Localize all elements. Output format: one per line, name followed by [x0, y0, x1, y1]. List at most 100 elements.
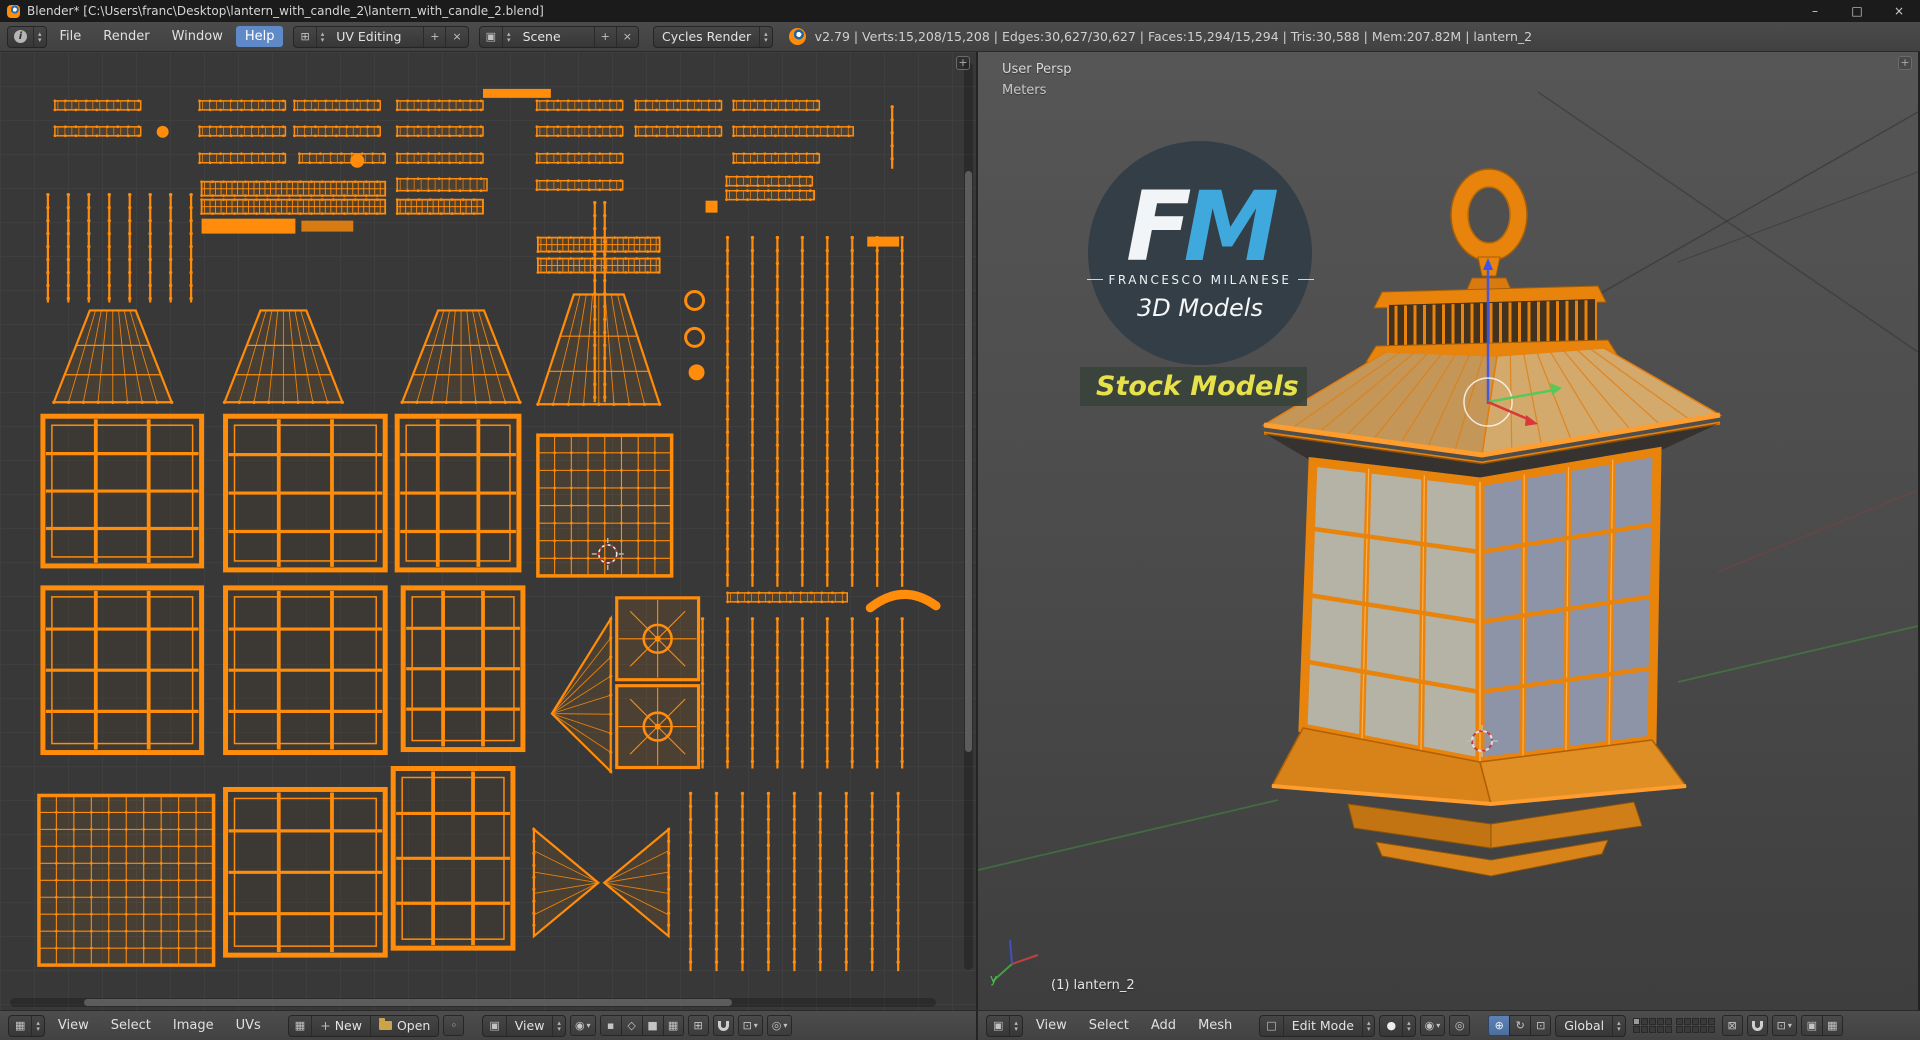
gizmo-y-axis-label: y: [990, 972, 998, 986]
maximize-button[interactable]: □: [1836, 0, 1878, 22]
menu-render[interactable]: Render: [94, 26, 158, 47]
render-engine-dropdown[interactable]: Cycles Render ▴ ▾: [653, 25, 773, 48]
screen-layout-name[interactable]: UV Editing: [328, 26, 425, 47]
manipulator-scale-icon[interactable]: ⊡: [1530, 1015, 1552, 1036]
scene-lock-icon[interactable]: ⊠: [1721, 1015, 1743, 1036]
uv-snap-target-dropdown[interactable]: ⊡ ▾: [737, 1015, 763, 1036]
view-channel-icon: ▣: [483, 1015, 507, 1036]
main-area: + User Persp Meters (1) lantern_2 y F M …: [0, 52, 1920, 1010]
menu-file[interactable]: File: [51, 26, 91, 47]
opengl-render-image-icon[interactable]: ▣: [1800, 1015, 1822, 1036]
v3d-menu-mesh[interactable]: Mesh: [1189, 1015, 1241, 1036]
logo-author-name: FRANCESCO MILANESE: [1087, 273, 1314, 287]
info-editor-header: i ▴ ▾ File Render Window Help ⊞ ▴ ▾ UV Edi…: [0, 22, 1920, 52]
menu-help[interactable]: Help: [235, 26, 284, 47]
screen-layout-stepper-icon[interactable]: ▴ ▾: [317, 27, 329, 47]
open-image-button[interactable]: Open: [371, 1016, 438, 1036]
pivot-align-icon[interactable]: ◎: [1449, 1015, 1471, 1036]
magnet-icon: [1751, 1020, 1763, 1031]
window-title: Blender* [C:\Users\franc\Desktop\lantern…: [27, 4, 544, 18]
uv-snap-toggle-button[interactable]: [712, 1015, 734, 1036]
screen-add-button[interactable]: +: [424, 26, 447, 47]
screen-browse-icon[interactable]: ⊞: [294, 26, 317, 47]
scene-name[interactable]: Scene: [515, 26, 595, 47]
uv-pivot-dropdown[interactable]: ◉ ▾: [569, 1015, 596, 1036]
uv-proportional-edit-dropdown[interactable]: ◎ ▾: [766, 1015, 793, 1036]
uv-select-face-icon[interactable]: ■: [641, 1015, 663, 1036]
logo-fm-monogram: F M: [1125, 170, 1279, 283]
viewport-shading-dropdown[interactable]: ● ▴ ▾: [1379, 1014, 1416, 1037]
view-channel-label: View: [507, 1015, 554, 1036]
image-datablock-widget: ▦ + New Open: [287, 1014, 440, 1037]
watermark-logo: F M FRANCESCO MILANESE 3D Models: [1088, 141, 1312, 365]
orientation-stepper-icon[interactable]: ▴ ▾: [1613, 1016, 1625, 1036]
uv-horizontal-scrollbar[interactable]: [10, 998, 936, 1007]
view3d-editor-stepper-icon[interactable]: ▴ ▾: [1010, 1016, 1022, 1036]
titlebar: Blender* [C:\Users\franc\Desktop\lantern…: [0, 0, 1920, 22]
uv-select-edge-icon[interactable]: ◇: [620, 1015, 642, 1036]
view3d-header: ▣ ▴ ▾ View Select Add Mesh □ Edit Mode ▴ ▾…: [978, 1011, 1920, 1040]
manipulator-translate-icon[interactable]: ⊕: [1488, 1015, 1510, 1036]
viewport-area-corner-widget[interactable]: +: [1898, 56, 1912, 70]
edit-mode-icon: □: [1260, 1015, 1284, 1036]
v3d-menu-add[interactable]: Add: [1142, 1015, 1185, 1036]
mode-stepper-icon[interactable]: ▴ ▾: [1363, 1016, 1375, 1036]
v3d-menu-view[interactable]: View: [1027, 1015, 1076, 1036]
scene-add-button[interactable]: +: [595, 26, 617, 47]
uv-vertical-scrollbar[interactable]: [964, 62, 973, 970]
logo-subtitle: 3D Models: [1137, 293, 1263, 322]
editor-type-stepper-icon[interactable]: ▴ ▾: [34, 27, 46, 47]
view-channel-stepper-icon[interactable]: ▴ ▾: [553, 1016, 565, 1036]
uv-image-editor[interactable]: +: [0, 52, 978, 1010]
viewport-3d[interactable]: User Persp Meters (1) lantern_2 y F M FR…: [978, 52, 1918, 1010]
image-browse-icon[interactable]: ▦: [289, 1015, 313, 1036]
screen-delete-button[interactable]: ×: [446, 27, 467, 47]
pivot-center-dropdown[interactable]: ◉ ▾: [1419, 1015, 1446, 1036]
layers-widget[interactable]: [1632, 1018, 1715, 1033]
opengl-render-anim-icon[interactable]: ▦: [1821, 1015, 1843, 1036]
uv-select-vertex-icon[interactable]: ▪: [599, 1015, 621, 1036]
menu-window[interactable]: Window: [163, 26, 232, 47]
scene-selector: ▣ ▴ ▾ Scene + ×: [478, 25, 639, 48]
opengl-render-group: ▣ ▦: [1800, 1015, 1843, 1036]
render-engine-stepper-icon[interactable]: ▴ ▾: [760, 27, 772, 47]
snap-element-dropdown[interactable]: ⊡ ▾: [1771, 1015, 1797, 1036]
scene-stepper-icon[interactable]: ▴ ▾: [503, 27, 515, 47]
editor-type-selector[interactable]: i ▴ ▾: [7, 25, 47, 48]
uv-canvas[interactable]: [0, 52, 976, 1010]
shading-stepper-icon[interactable]: ▴ ▾: [1403, 1016, 1415, 1036]
scene-browse-icon[interactable]: ▣: [480, 26, 504, 47]
render-engine-name: Cycles Render: [654, 26, 761, 47]
transform-orientation-dropdown[interactable]: Global ▴ ▾: [1555, 1014, 1626, 1037]
mode-label: Edit Mode: [1284, 1015, 1363, 1036]
uv-editor-stepper-icon[interactable]: ▴ ▾: [32, 1016, 44, 1036]
image-pin-icon[interactable]: ◦: [443, 1015, 465, 1036]
uv-sticky-select-icon[interactable]: ⊞: [687, 1015, 709, 1036]
uv-menu-view[interactable]: View: [49, 1015, 98, 1036]
new-image-button[interactable]: + New: [312, 1015, 371, 1036]
info-editor-icon: i: [14, 30, 27, 43]
uv-editor-type-button[interactable]: ▦ ▴ ▾: [8, 1014, 45, 1037]
uv-area-corner-widget[interactable]: +: [956, 56, 970, 70]
magnet-icon: [717, 1020, 729, 1031]
uv-editor-header: ▦ ▴ ▾ View Select Image UVs ▦ + New Open ◦…: [0, 1011, 978, 1040]
v3d-menu-select[interactable]: Select: [1080, 1015, 1138, 1036]
snap-toggle-button[interactable]: [1746, 1015, 1768, 1036]
close-button[interactable]: ×: [1878, 0, 1920, 22]
minimize-button[interactable]: –: [1794, 0, 1836, 22]
window-controls: – □ ×: [1794, 0, 1920, 22]
scene-delete-button[interactable]: ×: [617, 27, 638, 47]
uv-menu-select[interactable]: Select: [102, 1015, 160, 1036]
scene-statistics: v2.79 | Verts:15,208/15,208 | Edges:30,6…: [814, 29, 1533, 44]
mode-dropdown[interactable]: □ Edit Mode ▴ ▾: [1259, 1014, 1376, 1037]
uv-select-island-icon[interactable]: ▦: [662, 1015, 684, 1036]
orientation-label: Global: [1556, 1015, 1614, 1036]
view3d-editor-type-button[interactable]: ▣ ▴ ▾: [986, 1014, 1023, 1037]
stock-models-badge: Stock Models: [1080, 367, 1307, 406]
uv-menu-uvs[interactable]: UVs: [227, 1015, 270, 1036]
uv-menu-image[interactable]: Image: [164, 1015, 223, 1036]
view-channel-dropdown[interactable]: ▣ View ▴ ▾: [482, 1014, 566, 1037]
folder-icon: [378, 1018, 392, 1030]
manipulator-rotate-icon[interactable]: ↻: [1509, 1015, 1531, 1036]
view-name-label: User Persp: [1002, 62, 1072, 77]
